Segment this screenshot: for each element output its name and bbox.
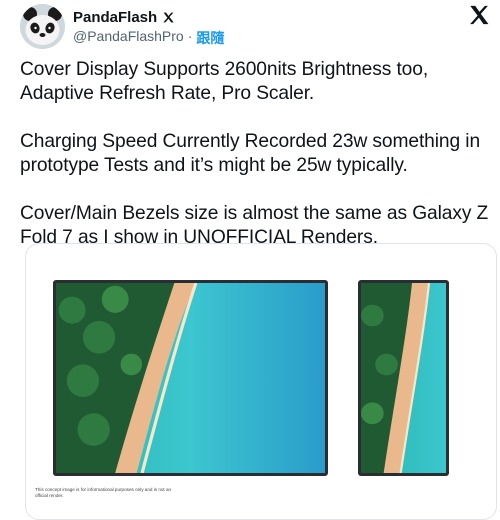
name-line: PandaFlash <box>73 9 175 26</box>
display-name[interactable]: PandaFlash <box>73 9 157 26</box>
handle-line: @PandaFlashPro · 跟隨 <box>73 28 224 48</box>
media-card[interactable]: This concept image is for informational … <box>25 243 497 520</box>
main-screen-image <box>56 283 325 473</box>
avatar[interactable] <box>20 4 65 49</box>
tweet-header: PandaFlash @PandaFlashPro · 跟隨 <box>20 4 490 52</box>
separator: · <box>187 28 193 44</box>
handle[interactable]: @PandaFlashPro <box>73 28 184 48</box>
tweet-paragraph: Charging Speed Currently Recorded 23w so… <box>20 131 481 176</box>
panda-avatar-icon <box>20 4 65 49</box>
main-display-render <box>53 280 328 476</box>
x-badge-icon <box>163 12 174 23</box>
cover-screen-image <box>361 283 446 473</box>
cover-display-render <box>358 280 449 476</box>
disclaimer-text: This concept image is for informational … <box>35 487 172 498</box>
x-logo-icon[interactable] <box>468 4 490 26</box>
tweet-paragraph: Cover Display Supports 2600nits Brightne… <box>20 59 429 104</box>
follow-button[interactable]: 跟隨 <box>196 28 224 48</box>
tweet-text: Cover Display Supports 2600nits Brightne… <box>20 58 495 274</box>
